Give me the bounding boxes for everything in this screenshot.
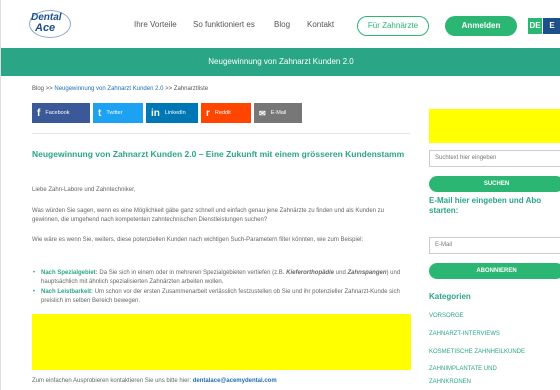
category-link[interactable]: ZAHNIMPLANTATE UND xyxy=(429,366,497,372)
reddit-icon: r xyxy=(206,107,210,119)
contact-email-link[interactable]: dentalace@acemydental.com xyxy=(193,378,277,384)
divider xyxy=(32,133,410,134)
article-paragraph: Wie wäre es wenn Sie, weiters, diese pot… xyxy=(32,237,364,243)
breadcrumb-sep: >> xyxy=(44,86,55,92)
subscribe-button[interactable]: ABONNIEREN xyxy=(429,263,560,279)
list-item: • Nach Spezialgebiet: Da Sie sich in ein… xyxy=(33,269,411,286)
link-zahnspangen[interactable]: Zahnspangen xyxy=(348,270,387,276)
email-field[interactable]: E-Mail xyxy=(429,237,560,254)
bullet-icon: • xyxy=(33,270,36,276)
logo[interactable]: Dental Ace xyxy=(29,10,71,40)
search-button[interactable]: SUCHEN xyxy=(429,176,560,192)
link-kieferorthopaedie[interactable]: Kieferorthopädie xyxy=(286,270,334,276)
breadcrumb: Blog >> Neugewinnung von Zahnarzt Kunden… xyxy=(32,86,208,92)
anmelden-button[interactable]: Anmelden xyxy=(445,16,517,36)
bullet-text: Um schon vor der ersten Zusammenarbeit v… xyxy=(41,289,400,304)
share-label: Reddit xyxy=(214,110,231,116)
article-greeting: Liebe Zahn-Labore und Zahntechniker, xyxy=(32,187,136,193)
share-label: LinkedIn xyxy=(164,110,186,116)
logo-text-line2: Ace xyxy=(35,22,56,34)
sidebar-ad-placeholder xyxy=(429,109,560,143)
bullet-text: und xyxy=(334,270,348,276)
fuer-zahnaerzte-button[interactable]: Für Zahnärzte xyxy=(357,16,429,36)
article-paragraph: Was würden Sie sagen, wenn es eine Mögli… xyxy=(32,208,385,223)
breadcrumb-current: Zahnarztliste xyxy=(173,86,209,92)
bullet-heading: Nach Leistbarkeit: xyxy=(41,289,94,295)
bullet-heading: Nach Spezialgebiet: xyxy=(41,270,98,276)
category-link[interactable]: KOSMETISCHE ZAHNHEILKUNDE xyxy=(429,349,525,355)
ad-placeholder xyxy=(32,314,411,370)
share-label: E-Mail xyxy=(270,110,287,116)
share-label: Twitter xyxy=(106,110,123,116)
article-title: Neugewinnung von Zahnarzt Kunden 2.0 – E… xyxy=(32,149,405,159)
bullet-text: Da Sie sich in einem oder in mehreren Sp… xyxy=(97,270,287,276)
bullet-icon: • xyxy=(33,289,36,295)
lang-en-button[interactable]: E xyxy=(543,18,560,34)
share-linkedin-button[interactable]: in LinkedIn xyxy=(146,103,198,123)
share-email-button[interactable]: ✉ E-Mail xyxy=(254,103,302,123)
share-label: Facebook xyxy=(45,110,70,116)
nav-so-funktioniert-es[interactable]: So funktioniert es xyxy=(193,20,255,29)
page-title-banner: Neugewinnung von Zahnarzt Kunden 2.0 xyxy=(1,48,560,76)
category-link[interactable]: ZAHNARZT-INTERVIEWS xyxy=(429,331,500,337)
search-input[interactable]: Suchtext hier eingeben xyxy=(429,150,560,167)
linkedin-icon: in xyxy=(151,107,160,119)
lang-de-button[interactable]: DE xyxy=(528,18,542,34)
site-header: Dental Ace Ihre Vorteile So funktioniert… xyxy=(1,0,560,48)
share-facebook-button[interactable]: f Facebook xyxy=(32,103,90,123)
breadcrumb-article[interactable]: Neugewinnung von Zahnarzt Kunden 2.0 xyxy=(54,86,163,92)
contact-text: Zum einfachen Ausprobieren kontaktieren … xyxy=(32,378,193,384)
list-item: • Nach Leistbarkeit: Um schon vor der er… xyxy=(33,288,411,305)
share-reddit-button[interactable]: r Reddit xyxy=(201,103,251,123)
contact-line: Zum einfachen Ausprobieren kontaktieren … xyxy=(32,378,277,384)
facebook-icon: f xyxy=(37,107,41,119)
category-link[interactable]: ZAHNKRONEN xyxy=(429,379,471,385)
nav-blog[interactable]: Blog xyxy=(274,20,290,29)
twitter-icon: t xyxy=(98,107,102,119)
share-twitter-button[interactable]: t Twitter xyxy=(93,103,143,123)
category-link[interactable]: VORSORGE xyxy=(429,313,464,319)
categories-heading: Kategorien xyxy=(429,292,471,301)
breadcrumb-blog[interactable]: Blog xyxy=(32,86,44,92)
subscribe-heading: E-Mail hier eingeben und Abo starten: xyxy=(429,196,542,215)
breadcrumb-sep: >> xyxy=(163,86,174,92)
nav-ihre-vorteile[interactable]: Ihre Vorteile xyxy=(134,20,177,29)
mail-icon: ✉ xyxy=(259,108,266,118)
page: Dental Ace Ihre Vorteile So funktioniert… xyxy=(0,0,560,390)
nav-kontakt[interactable]: Kontakt xyxy=(307,20,334,29)
